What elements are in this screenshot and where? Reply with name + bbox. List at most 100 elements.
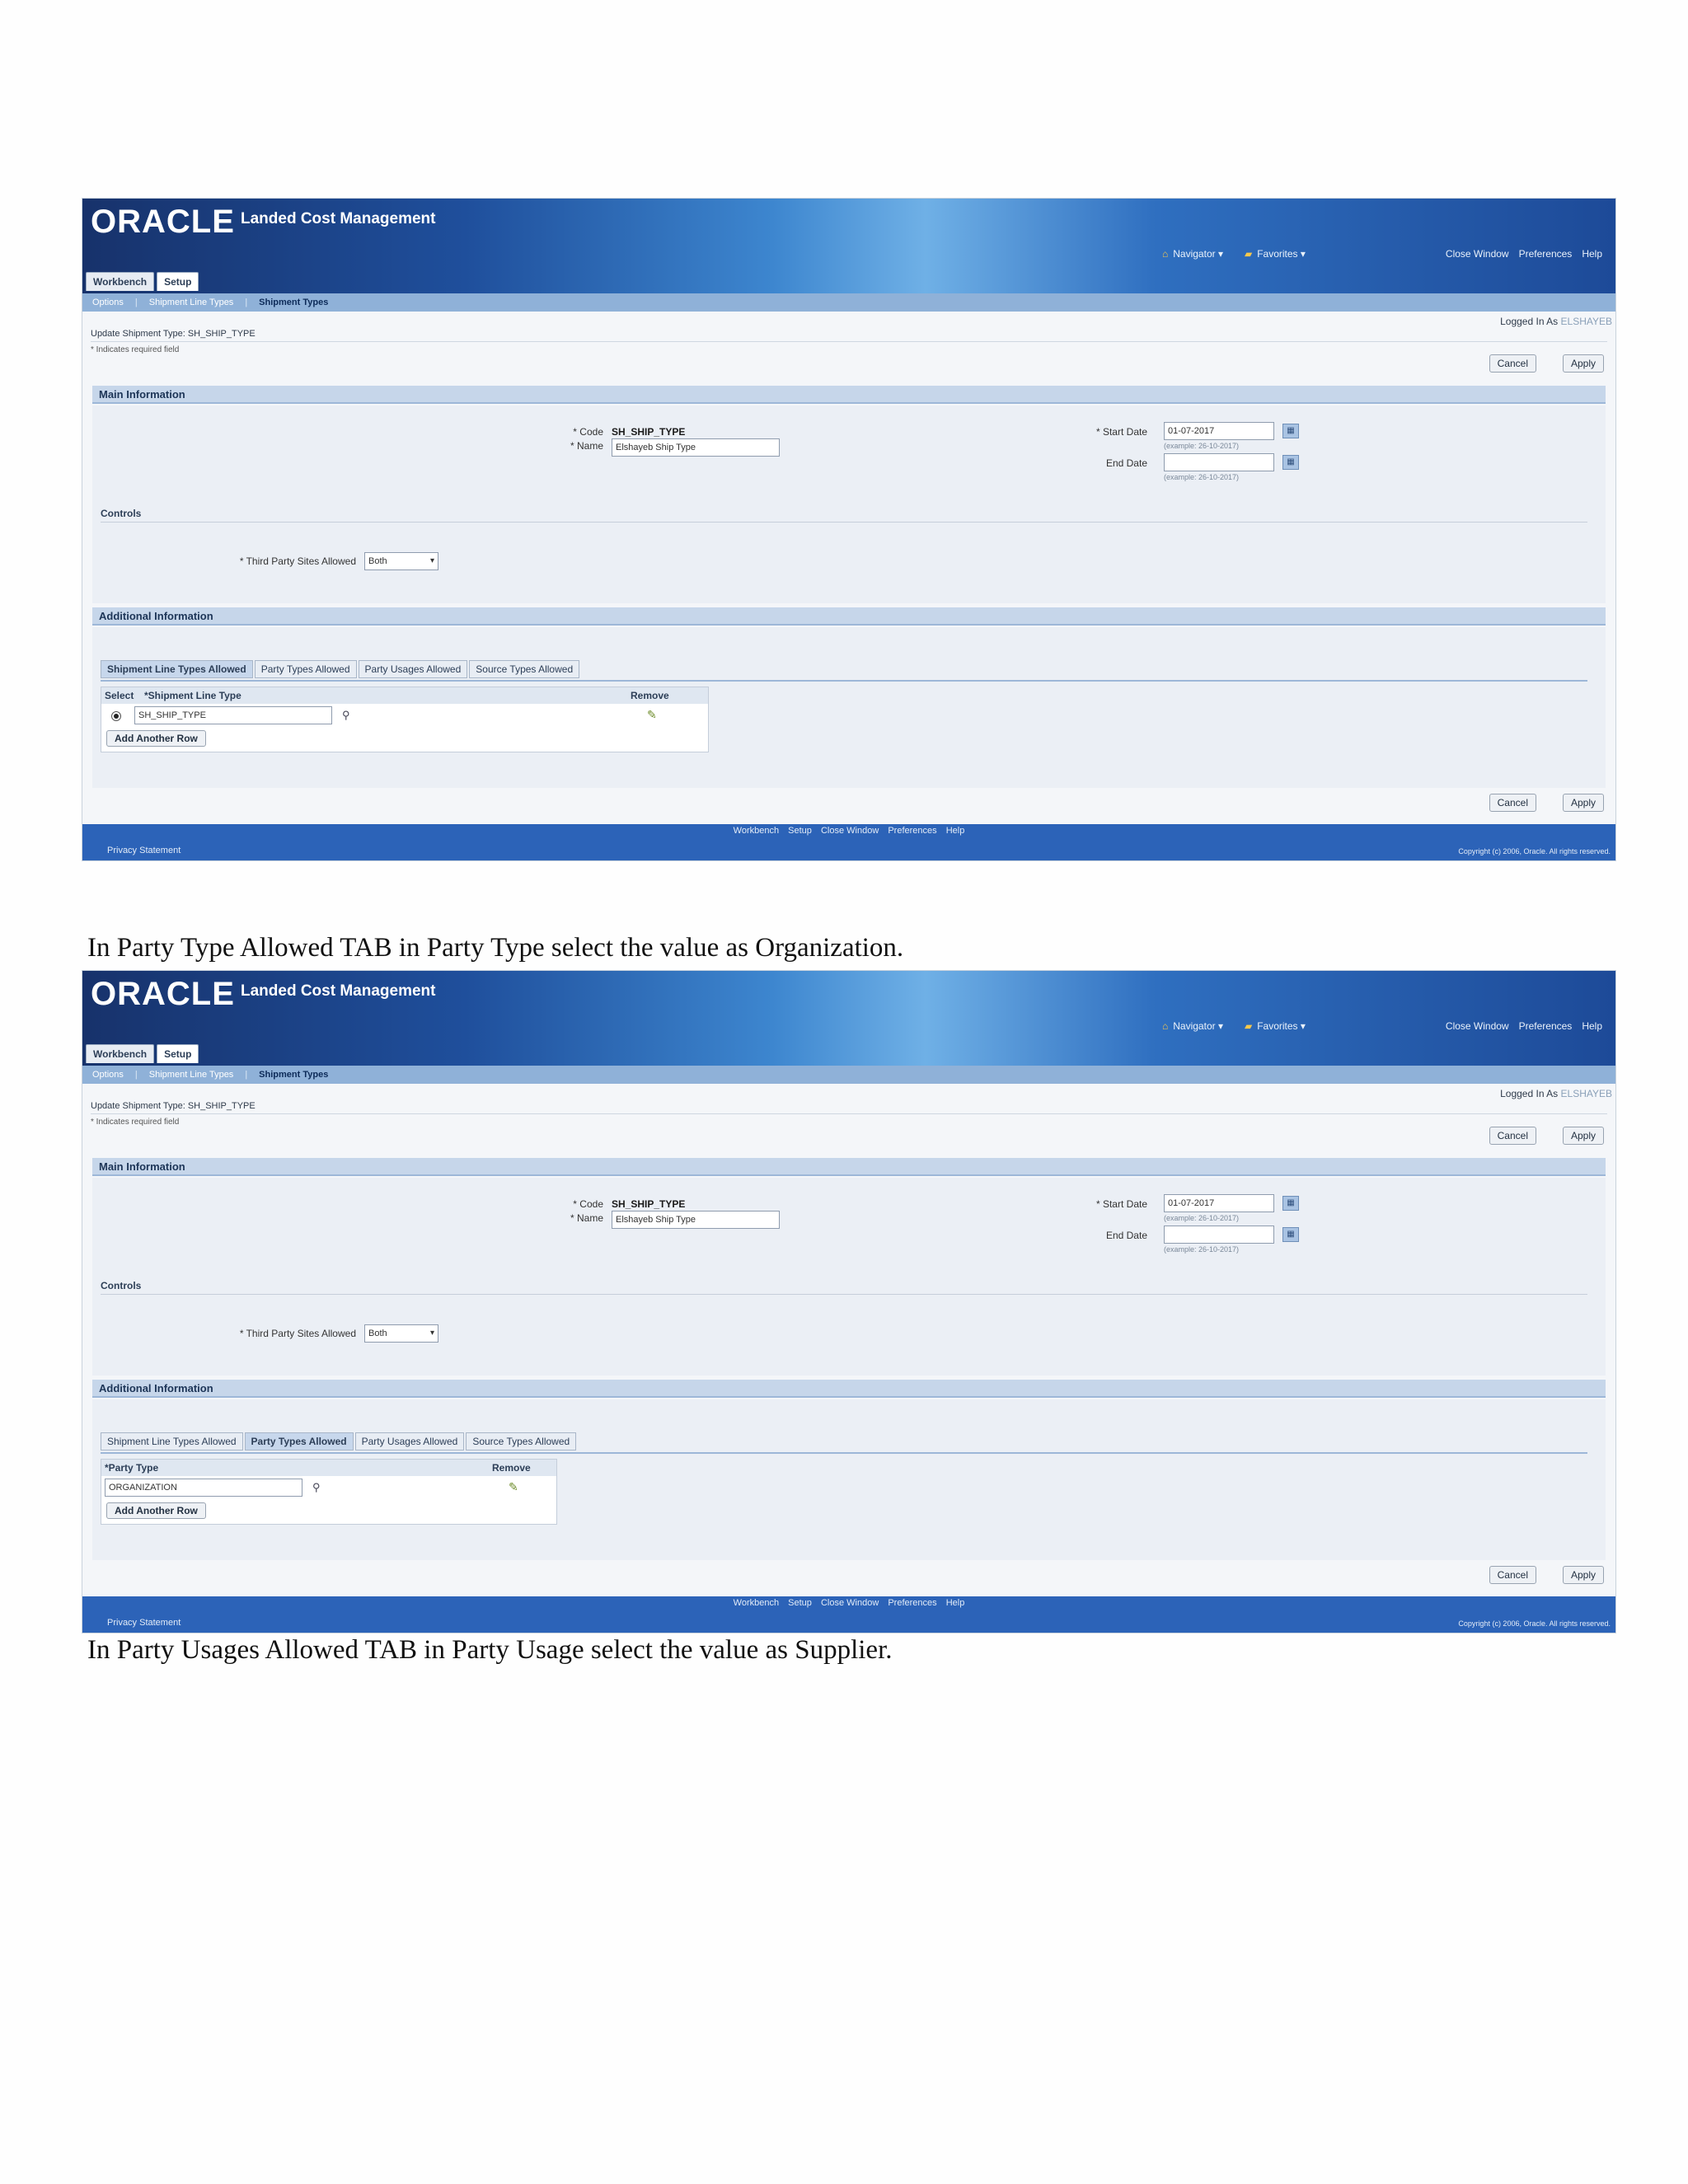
subtab-party-types[interactable]: Party Types Allowed (244, 1432, 354, 1451)
main-information-panel: * Code SH_SHIP_TYPE * Name Elshayeb Ship… (92, 405, 1606, 603)
end-date-field[interactable] (1164, 1226, 1274, 1244)
end-date-hint: (example: 26-10-2017) (1164, 473, 1240, 481)
folder-icon: ▰ (1244, 1020, 1253, 1032)
cancel-button[interactable]: Cancel (1489, 354, 1536, 373)
code-value: SH_SHIP_TYPE (612, 1198, 686, 1210)
calendar-icon[interactable]: ▦ (1282, 1227, 1299, 1242)
search-icon[interactable]: ⚲ (342, 709, 350, 722)
subtab-shipment-line-types[interactable]: Shipment Line Types Allowed (101, 1432, 243, 1451)
tab-workbench[interactable]: Workbench (86, 272, 155, 291)
end-date-label: End Date (1105, 1230, 1147, 1241)
party-type-field[interactable]: ORGANIZATION (105, 1479, 302, 1497)
subnav-shipment-types[interactable]: Shipment Types (259, 298, 328, 307)
table-header: Select *Shipment Line Type Remove (101, 687, 708, 704)
row-select-radio[interactable] (111, 711, 121, 721)
tab-setup[interactable]: Setup (157, 1044, 199, 1063)
help-link[interactable]: Help (1582, 1020, 1602, 1032)
cancel-button[interactable]: Cancel (1489, 1566, 1536, 1584)
additional-subtabs: Shipment Line Types Allowed Party Types … (101, 660, 580, 678)
preferences-link[interactable]: Preferences (1519, 1020, 1573, 1032)
subnav-shipment-line-types[interactable]: Shipment Line Types (149, 1070, 234, 1080)
subtab-source-types[interactable]: Source Types Allowed (469, 660, 580, 678)
help-link[interactable]: Help (1582, 248, 1602, 260)
third-party-select[interactable]: Both ▾ (364, 552, 438, 570)
subtab-source-types[interactable]: Source Types Allowed (466, 1432, 577, 1451)
subnav-shipment-line-types[interactable]: Shipment Line Types (149, 298, 234, 307)
required-note: * Indicates required field (91, 1118, 180, 1127)
footer-link-preferences[interactable]: Preferences (888, 826, 936, 836)
navigator-menu[interactable]: ⌂ Navigator ▾ (1162, 248, 1223, 260)
name-field[interactable]: Elshayeb Ship Type (612, 1211, 780, 1229)
footer-link-close-window[interactable]: Close Window (821, 826, 879, 836)
shipment-line-type-header: *Shipment Line Type (144, 690, 241, 701)
add-another-row-button[interactable]: Add Another Row (106, 1502, 206, 1519)
subtab-party-usages[interactable]: Party Usages Allowed (354, 1432, 465, 1451)
subtab-party-types[interactable]: Party Types Allowed (254, 660, 357, 678)
apply-button[interactable]: Apply (1562, 794, 1604, 812)
screenshot-party-types: ORACLE Landed Cost Management ⌂ Navigator… (82, 970, 1616, 1633)
page-title: Update Shipment Type: SH_SHIP_TYPE (91, 1101, 256, 1111)
tab-workbench[interactable]: Workbench (86, 1044, 155, 1063)
calendar-icon[interactable]: ▦ (1282, 455, 1299, 470)
remove-icon[interactable]: ✎ (509, 1480, 518, 1494)
add-another-row-button[interactable]: Add Another Row (106, 730, 206, 747)
remove-header: Remove (631, 690, 669, 701)
home-icon: ⌂ (1162, 1020, 1169, 1032)
third-party-select[interactable]: Both ▾ (364, 1324, 438, 1343)
home-icon: ⌂ (1162, 248, 1169, 260)
preferences-link[interactable]: Preferences (1519, 248, 1573, 260)
tab-setup[interactable]: Setup (157, 272, 199, 291)
start-date-field[interactable]: 01-07-2017 (1164, 1194, 1274, 1212)
calendar-icon[interactable]: ▦ (1282, 424, 1299, 438)
name-field[interactable]: Elshayeb Ship Type (612, 438, 780, 457)
third-party-label: * Third Party Sites Allowed (239, 1328, 356, 1339)
favorites-menu[interactable]: ▰ Favorites ▾ (1245, 248, 1306, 260)
additional-information-panel: Shipment Line Types Allowed Party Types … (92, 1399, 1606, 1560)
cancel-button[interactable]: Cancel (1489, 794, 1536, 812)
subnav-shipment-types[interactable]: Shipment Types (259, 1070, 328, 1080)
footer-link-setup[interactable]: Setup (788, 1598, 812, 1608)
code-label: * Code (573, 1198, 603, 1210)
cancel-button[interactable]: Cancel (1489, 1127, 1536, 1145)
instruction-caption: In Party Type Allowed TAB in Party Type … (87, 933, 904, 963)
footer-link-help[interactable]: Help (946, 826, 965, 836)
subtab-shipment-line-types[interactable]: Shipment Line Types Allowed (101, 660, 253, 678)
start-date-field[interactable]: 01-07-2017 (1164, 422, 1274, 440)
party-type-header: *Party Type (105, 1462, 159, 1474)
subnav-options[interactable]: Options (92, 1070, 124, 1080)
sub-navigation: Options | Shipment Line Types | Shipment… (82, 293, 1615, 312)
main-information-panel: * Code SH_SHIP_TYPE * Name Elshayeb Ship… (92, 1178, 1606, 1376)
table-row: SH_SHIP_TYPE ⚲ ✎ (101, 705, 708, 725)
privacy-statement-link[interactable]: Privacy Statement (107, 1618, 181, 1628)
footer: Workbench Setup Close Window Preferences… (82, 1596, 1615, 1633)
footer-link-setup[interactable]: Setup (788, 826, 812, 836)
remove-icon[interactable]: ✎ (647, 708, 657, 722)
end-date-field[interactable] (1164, 453, 1274, 471)
favorites-menu[interactable]: ▰ Favorites ▾ (1245, 1020, 1306, 1032)
apply-button[interactable]: Apply (1562, 1127, 1604, 1145)
navigator-menu[interactable]: ⌂ Navigator ▾ (1162, 1020, 1223, 1032)
folder-icon: ▰ (1244, 248, 1253, 260)
calendar-icon[interactable]: ▦ (1282, 1196, 1299, 1211)
code-value: SH_SHIP_TYPE (612, 426, 686, 438)
table-row: ORGANIZATION ⚲ ✎ (101, 1478, 556, 1497)
copyright: Copyright (c) 2006, Oracle. All rights r… (1458, 847, 1611, 855)
footer-link-workbench[interactable]: Workbench (734, 826, 779, 836)
apply-button[interactable]: Apply (1562, 354, 1604, 373)
footer: Workbench Setup Close Window Preferences… (82, 824, 1615, 860)
footer-link-workbench[interactable]: Workbench (734, 1598, 779, 1608)
apply-button[interactable]: Apply (1562, 1566, 1604, 1584)
subtab-party-usages[interactable]: Party Usages Allowed (358, 660, 468, 678)
footer-link-help[interactable]: Help (946, 1598, 965, 1608)
start-date-hint: (example: 26-10-2017) (1164, 442, 1240, 450)
privacy-statement-link[interactable]: Privacy Statement (107, 846, 181, 855)
select-header: Select (105, 690, 134, 701)
start-date-hint: (example: 26-10-2017) (1164, 1214, 1240, 1222)
shipment-line-type-field[interactable]: SH_SHIP_TYPE (134, 706, 332, 724)
close-window-link[interactable]: Close Window (1446, 1020, 1509, 1032)
search-icon[interactable]: ⚲ (312, 1481, 321, 1494)
subnav-options[interactable]: Options (92, 298, 124, 307)
footer-link-preferences[interactable]: Preferences (888, 1598, 936, 1608)
close-window-link[interactable]: Close Window (1446, 248, 1509, 260)
footer-link-close-window[interactable]: Close Window (821, 1598, 879, 1608)
